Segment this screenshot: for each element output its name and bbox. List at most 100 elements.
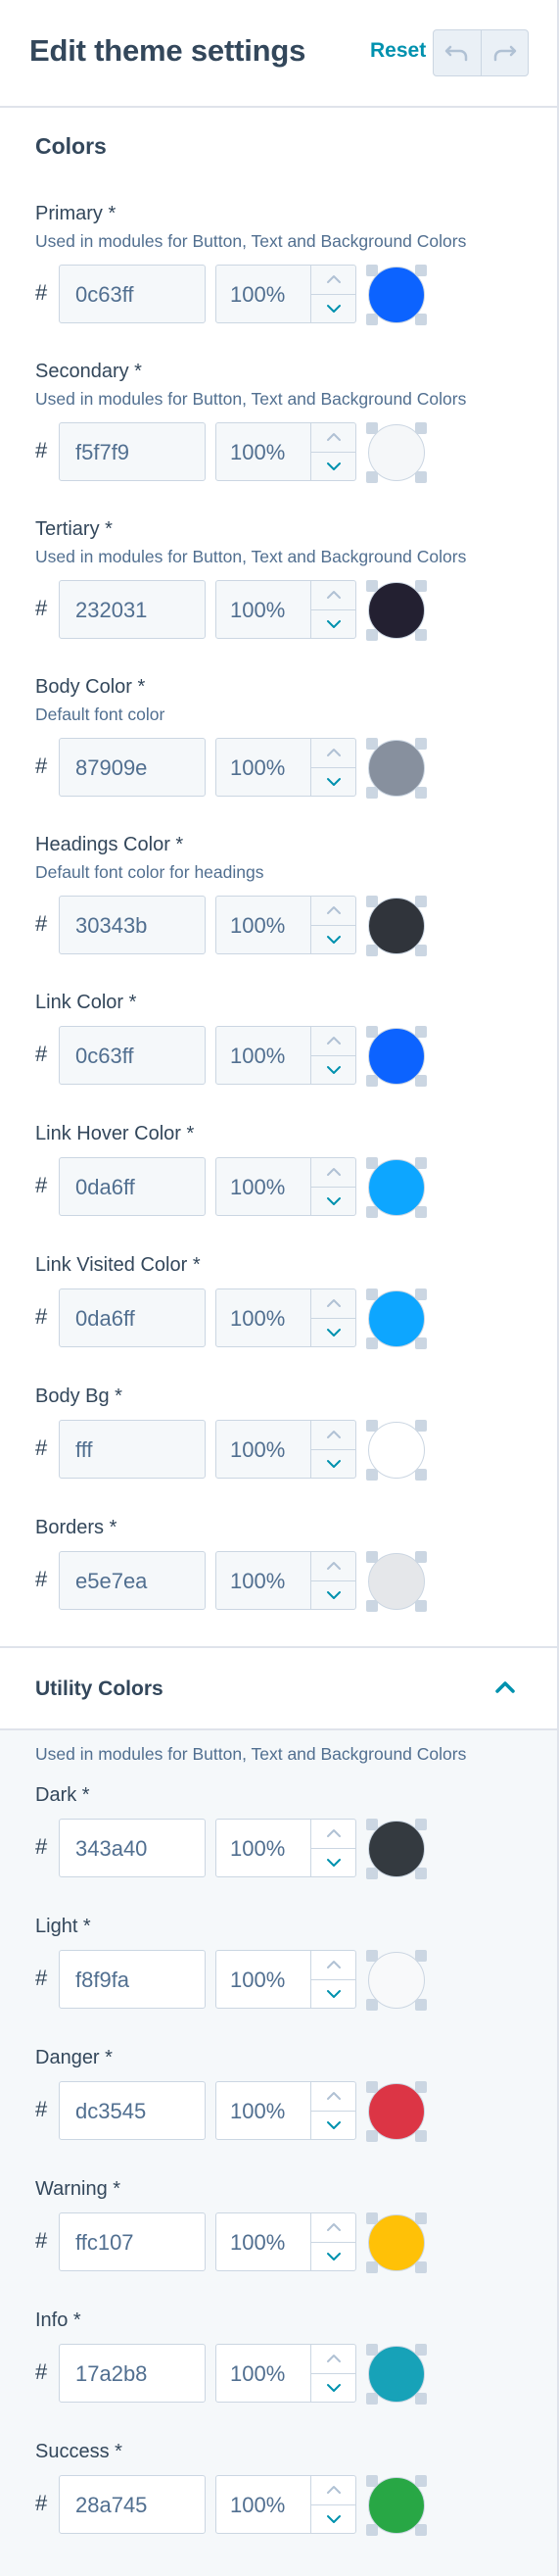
opacity-value[interactable]: 100%: [216, 1158, 310, 1215]
opacity-increment-button[interactable]: [311, 581, 355, 610]
color-picker-button[interactable]: [366, 1288, 427, 1349]
utility-section-header[interactable]: Utility Colors: [0, 1646, 557, 1730]
opacity-value[interactable]: 100%: [216, 2345, 310, 2402]
hex-input[interactable]: 232031: [59, 580, 206, 639]
opacity-decrement-button[interactable]: [311, 1849, 355, 1877]
color-picker-button[interactable]: [366, 265, 427, 325]
opacity-decrement-button[interactable]: [311, 2374, 355, 2403]
color-picker-button[interactable]: [366, 1420, 427, 1481]
opacity-value[interactable]: 100%: [216, 1289, 310, 1346]
opacity-input[interactable]: 100%: [215, 1819, 356, 1877]
color-picker-button[interactable]: [366, 1819, 427, 1879]
hex-input[interactable]: e5e7ea: [59, 1551, 206, 1610]
opacity-value[interactable]: 100%: [216, 2213, 310, 2270]
color-picker-button[interactable]: [366, 1950, 427, 2011]
opacity-increment-button[interactable]: [311, 2476, 355, 2505]
hex-input[interactable]: 0c63ff: [59, 1026, 206, 1085]
opacity-increment-button[interactable]: [311, 1951, 355, 1980]
opacity-decrement-button[interactable]: [311, 1980, 355, 2009]
opacity-input[interactable]: 100%: [215, 1157, 356, 1216]
opacity-decrement-button[interactable]: [311, 453, 355, 481]
opacity-value[interactable]: 100%: [216, 266, 310, 322]
color-picker-button[interactable]: [366, 1157, 427, 1218]
opacity-value[interactable]: 100%: [216, 1820, 310, 1876]
opacity-input[interactable]: 100%: [215, 1551, 356, 1610]
opacity-increment-button[interactable]: [311, 897, 355, 926]
opacity-input[interactable]: 100%: [215, 265, 356, 323]
opacity-input[interactable]: 100%: [215, 1950, 356, 2009]
opacity-increment-button[interactable]: [311, 1552, 355, 1581]
opacity-increment-button[interactable]: [311, 1820, 355, 1849]
opacity-value[interactable]: 100%: [216, 1951, 310, 2008]
opacity-decrement-button[interactable]: [311, 2505, 355, 2534]
opacity-decrement-button[interactable]: [311, 1056, 355, 1085]
hex-input[interactable]: 87909e: [59, 738, 206, 797]
opacity-increment-button[interactable]: [311, 2082, 355, 2112]
opacity-input[interactable]: 100%: [215, 1288, 356, 1347]
opacity-decrement-button[interactable]: [311, 610, 355, 639]
color-picker-button[interactable]: [366, 1026, 427, 1087]
hex-input[interactable]: 28a745: [59, 2475, 206, 2534]
opacity-input[interactable]: 100%: [215, 2081, 356, 2140]
opacity-increment-button[interactable]: [311, 423, 355, 453]
opacity-increment-button[interactable]: [311, 1027, 355, 1056]
opacity-decrement-button[interactable]: [311, 2112, 355, 2140]
color-picker-button[interactable]: [366, 2212, 427, 2273]
opacity-increment-button[interactable]: [311, 739, 355, 768]
hex-input[interactable]: dc3545: [59, 2081, 206, 2140]
opacity-decrement-button[interactable]: [311, 926, 355, 954]
opacity-input[interactable]: 100%: [215, 2344, 356, 2403]
hex-input[interactable]: 0c63ff: [59, 265, 206, 323]
opacity-value[interactable]: 100%: [216, 897, 310, 953]
opacity-decrement-button[interactable]: [311, 1450, 355, 1479]
opacity-value[interactable]: 100%: [216, 2476, 310, 2533]
chevron-up-icon[interactable]: [494, 1679, 516, 1695]
redo-button[interactable]: [482, 30, 529, 75]
opacity-increment-button[interactable]: [311, 1421, 355, 1450]
hex-input[interactable]: 17a2b8: [59, 2344, 206, 2403]
opacity-increment-button[interactable]: [311, 2345, 355, 2374]
opacity-value[interactable]: 100%: [216, 423, 310, 480]
opacity-decrement-button[interactable]: [311, 1188, 355, 1216]
opacity-value[interactable]: 100%: [216, 1027, 310, 1084]
hex-input[interactable]: f8f9fa: [59, 1950, 206, 2009]
opacity-input[interactable]: 100%: [215, 422, 356, 481]
opacity-increment-button[interactable]: [311, 1289, 355, 1319]
color-picker-button[interactable]: [366, 2344, 427, 2405]
opacity-value[interactable]: 100%: [216, 1552, 310, 1609]
undo-button[interactable]: [434, 30, 482, 75]
opacity-decrement-button[interactable]: [311, 768, 355, 797]
opacity-decrement-button[interactable]: [311, 1581, 355, 1610]
color-picker-button[interactable]: [366, 422, 427, 483]
opacity-value[interactable]: 100%: [216, 1421, 310, 1478]
opacity-input[interactable]: 100%: [215, 738, 356, 797]
hex-input[interactable]: f5f7f9: [59, 422, 206, 481]
hex-input[interactable]: 30343b: [59, 896, 206, 954]
color-picker-button[interactable]: [366, 1551, 427, 1612]
hex-input[interactable]: fff: [59, 1420, 206, 1479]
opacity-value[interactable]: 100%: [216, 2082, 310, 2139]
color-picker-button[interactable]: [366, 2475, 427, 2536]
opacity-decrement-button[interactable]: [311, 1319, 355, 1347]
opacity-input[interactable]: 100%: [215, 2475, 356, 2534]
opacity-increment-button[interactable]: [311, 1158, 355, 1188]
hex-input[interactable]: 0da6ff: [59, 1157, 206, 1216]
color-picker-button[interactable]: [366, 2081, 427, 2142]
opacity-increment-button[interactable]: [311, 266, 355, 295]
opacity-input[interactable]: 100%: [215, 580, 356, 639]
opacity-decrement-button[interactable]: [311, 295, 355, 323]
opacity-increment-button[interactable]: [311, 2213, 355, 2243]
opacity-value[interactable]: 100%: [216, 739, 310, 796]
hex-input[interactable]: ffc107: [59, 2212, 206, 2271]
opacity-value[interactable]: 100%: [216, 581, 310, 638]
color-picker-button[interactable]: [366, 738, 427, 799]
hex-input[interactable]: 0da6ff: [59, 1288, 206, 1347]
opacity-decrement-button[interactable]: [311, 2243, 355, 2271]
color-picker-button[interactable]: [366, 896, 427, 956]
reset-button[interactable]: Reset: [370, 39, 426, 63]
opacity-input[interactable]: 100%: [215, 1026, 356, 1085]
opacity-input[interactable]: 100%: [215, 896, 356, 954]
color-picker-button[interactable]: [366, 580, 427, 641]
hex-input[interactable]: 343a40: [59, 1819, 206, 1877]
opacity-input[interactable]: 100%: [215, 2212, 356, 2271]
